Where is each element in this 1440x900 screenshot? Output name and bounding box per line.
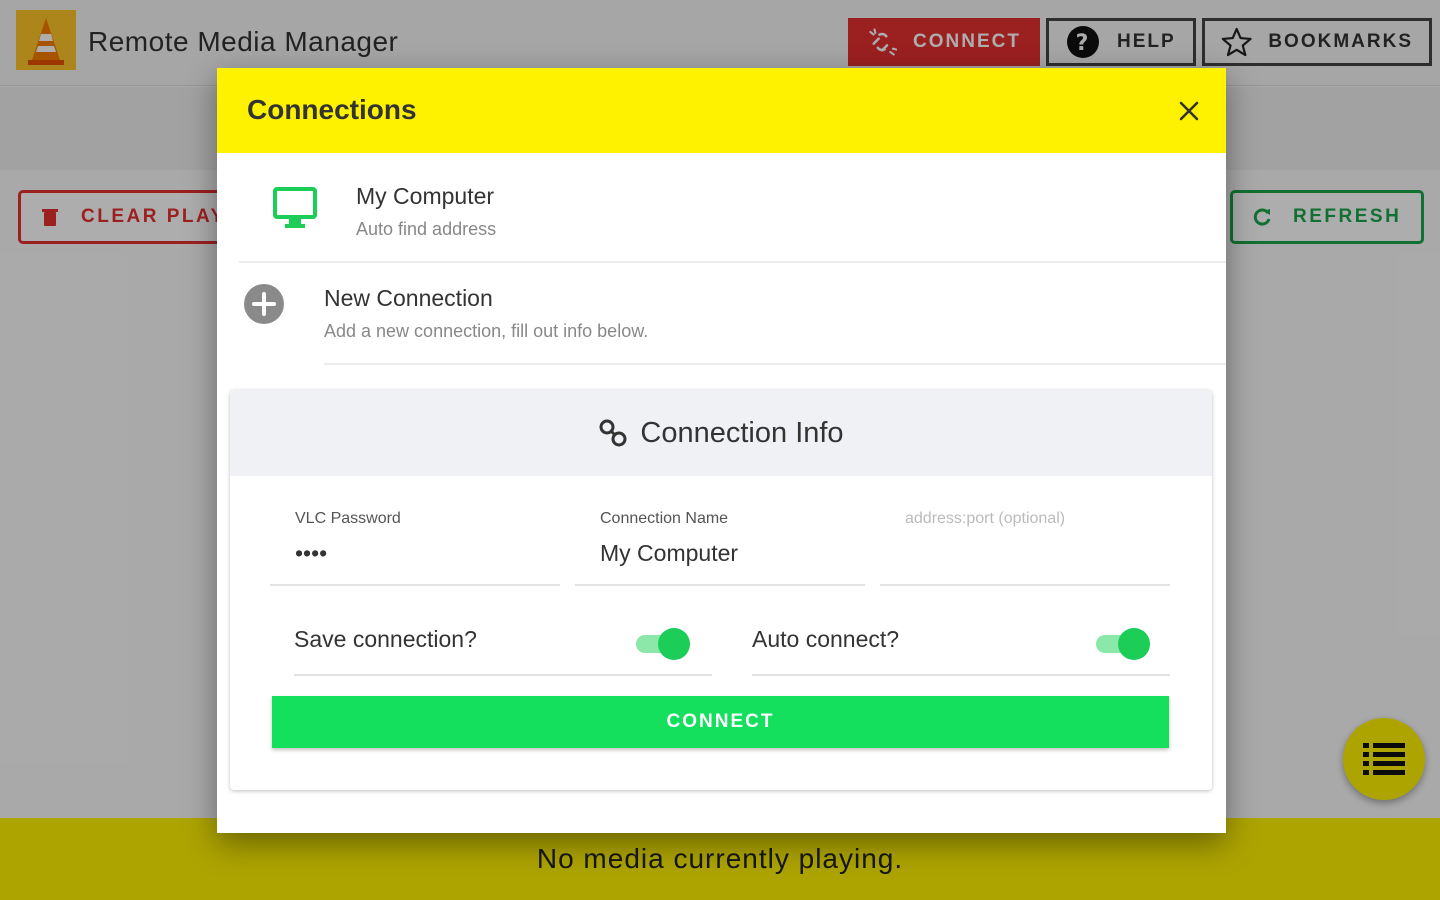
- vlc-password-label: VLC Password: [295, 510, 401, 527]
- connection-info-header: Connection Info: [230, 390, 1212, 476]
- connections-dialog: Connections My Computer Auto find addres…: [217, 68, 1226, 833]
- auto-connect-label: Auto connect?: [752, 626, 900, 652]
- save-connection-toggle[interactable]: [634, 628, 690, 660]
- connection-name-value: My Computer: [600, 540, 739, 566]
- connection-info-card: Connection Info VLC Password •••• Connec…: [230, 390, 1212, 790]
- item-primary-text: My Computer: [356, 183, 495, 209]
- connection-item-new[interactable]: New Connection Add a new connection, fil…: [217, 263, 1226, 365]
- vlc-password-field[interactable]: VLC Password ••••: [270, 500, 560, 586]
- save-connection-row: Save connection?: [294, 608, 712, 676]
- connection-info-title: Connection Info: [640, 416, 844, 449]
- save-connection-label: Save connection?: [294, 626, 477, 652]
- divider: [324, 363, 1226, 365]
- auto-connect-toggle[interactable]: [1094, 628, 1150, 660]
- close-button[interactable]: [1174, 96, 1204, 126]
- connect-button[interactable]: CONNECT: [272, 696, 1169, 748]
- close-icon: [1179, 101, 1199, 121]
- dialog-title: Connections: [247, 94, 417, 125]
- connection-name-field[interactable]: Connection Name My Computer: [575, 500, 865, 586]
- link-icon: [599, 419, 627, 447]
- connection-name-label: Connection Name: [600, 510, 729, 527]
- item-primary-text: New Connection: [324, 285, 493, 311]
- address-port-field[interactable]: address:port (optional): [880, 500, 1170, 586]
- connection-item-my-computer[interactable]: My Computer Auto find address: [217, 153, 1226, 263]
- connect-button-label: CONNECT: [666, 711, 775, 732]
- dialog-header: Connections: [217, 68, 1226, 153]
- address-port-placeholder: address:port (optional): [905, 510, 1066, 527]
- toggle-knob: [1118, 628, 1150, 660]
- auto-connect-row: Auto connect?: [752, 608, 1170, 676]
- toggle-knob: [658, 628, 690, 660]
- vlc-password-value: ••••: [295, 540, 328, 566]
- add-circle-icon: [244, 284, 284, 324]
- item-secondary-text: Auto find address: [356, 219, 497, 239]
- monitor-icon: [273, 187, 317, 228]
- item-secondary-text: Add a new connection, fill out info belo…: [324, 321, 649, 341]
